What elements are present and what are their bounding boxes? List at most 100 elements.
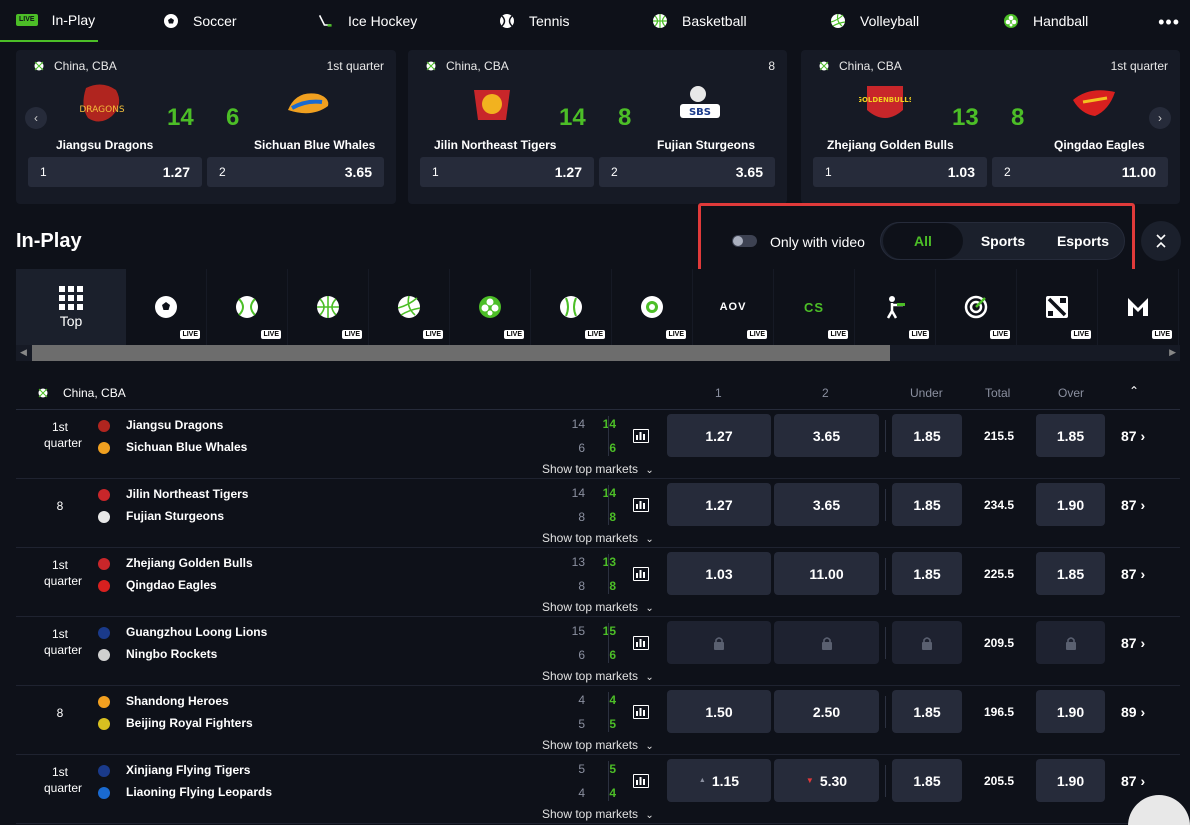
sport-filter-basketball[interactable]: LIVE	[288, 269, 369, 345]
horizontal-scrollbar[interactable]: ◀ ▶	[16, 345, 1180, 361]
statistics-icon[interactable]	[633, 567, 649, 581]
more-markets-link[interactable]: 87 ›	[1121, 566, 1145, 582]
sport-filter-aov[interactable]: AOV LIVE	[693, 269, 774, 345]
odds-button-away[interactable]	[774, 621, 879, 664]
odds-button-2[interactable]: 2 11.00	[992, 157, 1168, 187]
odds-button-under[interactable]: 1.85	[892, 414, 962, 457]
odds-button-over[interactable]: 1.85	[1036, 552, 1105, 595]
segment-all[interactable]: All	[883, 223, 963, 259]
collapse-icon[interactable]	[1141, 221, 1181, 261]
sport-filter-volleyball[interactable]: LIVE	[369, 269, 450, 345]
sport-filter-mobile-legends[interactable]: LIVE	[1098, 269, 1179, 345]
home-team-name: Xinjiang Flying Tigers	[126, 763, 251, 777]
nav-tab-handball[interactable]: Handball	[1003, 0, 1088, 42]
statistics-icon[interactable]	[633, 705, 649, 719]
odds-button-1[interactable]: 1 1.03	[813, 157, 987, 187]
odds-button-home[interactable]: 1.03	[667, 552, 771, 595]
odds-button-over[interactable]: 1.90	[1036, 690, 1105, 733]
odds-button-over[interactable]: 1.90	[1036, 759, 1105, 802]
sport-filter-shooter[interactable]: LIVE	[855, 269, 936, 345]
more-markets-link[interactable]: 87 ›	[1121, 428, 1145, 444]
odds-button-over[interactable]	[1036, 621, 1105, 664]
sport-filter-target[interactable]: LIVE	[936, 269, 1017, 345]
nav-tab-soccer[interactable]: Soccer	[163, 0, 237, 42]
match-card[interactable]: China, CBA 1st quarter DRAGONS 14 6 Jian…	[16, 50, 396, 204]
odds-button-home[interactable]: 1.27	[667, 483, 771, 526]
table-row[interactable]: 8 Jilin Northeast Tigers Fujian Sturgeon…	[16, 479, 1180, 548]
nav-tab-basketball[interactable]: Basketball	[652, 0, 747, 42]
away-score: 6	[226, 104, 240, 131]
sport-filter-soccer[interactable]: LIVE	[126, 269, 207, 345]
sport-filter-top[interactable]: Top	[16, 269, 126, 345]
show-top-markets-link[interactable]: Show top markets ⌄	[542, 807, 654, 821]
more-markets-link[interactable]: 87 ›	[1121, 773, 1145, 789]
sport-filter-baseball[interactable]: LIVE	[531, 269, 612, 345]
sport-strip: Top LIVE LIVE LIVE LIVE LIVE LIVE LIVE A…	[16, 269, 1180, 345]
odds-button-home[interactable]: 1.27	[667, 414, 771, 457]
odds-button-over[interactable]: 1.85	[1036, 414, 1105, 457]
odds-button-1[interactable]: 1 1.27	[28, 157, 202, 187]
more-menu-icon[interactable]: •••	[1158, 12, 1180, 33]
scrollbar-thumb[interactable]	[32, 345, 890, 361]
nav-tab-volleyball[interactable]: Volleyball	[830, 0, 919, 42]
nav-tab-inplay[interactable]: LIVE In-Play	[0, 0, 98, 42]
away-score-previous: 8	[578, 579, 585, 593]
scroll-right-icon[interactable]: ▶	[1169, 347, 1176, 358]
odds-button-1[interactable]: 1 1.27	[420, 157, 594, 187]
total-line: 209.5	[983, 636, 1015, 650]
sport-filter-cs[interactable]: CS LIVE	[774, 269, 855, 345]
odds-button-home[interactable]: ▲ 1.15	[667, 759, 771, 802]
odds-button-home[interactable]: 1.50	[667, 690, 771, 733]
carousel-prev-button[interactable]: ‹	[25, 107, 47, 129]
table-row[interactable]: 8 Shandong Heroes Beijing Royal Fighters…	[16, 686, 1180, 755]
match-card[interactable]: China, CBA 1st quarter GOLDENBULLS 13 8 …	[801, 50, 1180, 204]
statistics-icon[interactable]	[633, 636, 649, 650]
odds-button-under[interactable]: 1.85	[892, 690, 962, 733]
svg-text:DRAGONS: DRAGONS	[79, 105, 125, 115]
nav-tab-tennis[interactable]: Tennis	[499, 0, 569, 42]
odds-button-under[interactable]: 1.85	[892, 552, 962, 595]
collapse-league-icon[interactable]: ⌃	[1129, 384, 1139, 398]
show-top-markets-link[interactable]: Show top markets ⌄	[542, 531, 654, 545]
odds-button-2[interactable]: 2 3.65	[599, 157, 775, 187]
odds-button-away[interactable]: 2.50	[774, 690, 879, 733]
odds-button-under[interactable]: 1.85	[892, 483, 962, 526]
scroll-left-icon[interactable]: ◀	[20, 347, 27, 358]
odds-button-away[interactable]: 3.65	[774, 483, 879, 526]
hockey-stick-icon	[318, 13, 334, 29]
statistics-icon[interactable]	[633, 774, 649, 788]
odds-button-away[interactable]: ▼ 5.30	[774, 759, 879, 802]
nav-tab-ice-hockey[interactable]: Ice Hockey	[318, 0, 417, 42]
sport-filter-handball[interactable]: LIVE	[450, 269, 531, 345]
more-markets-link[interactable]: 89 ›	[1121, 704, 1145, 720]
table-row[interactable]: 1st quarter Jiangsu Dragons Sichuan Blue…	[16, 410, 1180, 479]
video-toggle[interactable]	[732, 235, 757, 247]
statistics-icon[interactable]	[633, 429, 649, 443]
odds-button-home[interactable]	[667, 621, 771, 664]
show-top-markets-link[interactable]: Show top markets ⌄	[542, 462, 654, 476]
segment-esports[interactable]: Esports	[1043, 223, 1123, 259]
table-row[interactable]: 1st quarter Xinjiang Flying Tigers Liaon…	[16, 755, 1180, 824]
table-row[interactable]: 1st quarter Zhejiang Golden Bulls Qingda…	[16, 548, 1180, 617]
odds-button-under[interactable]: 1.85	[892, 759, 962, 802]
show-top-markets-link[interactable]: Show top markets ⌄	[542, 669, 654, 683]
sport-filter-dota[interactable]: LIVE	[1017, 269, 1098, 345]
odds-button-under[interactable]	[892, 621, 962, 664]
odds-button-away[interactable]: 11.00	[774, 552, 879, 595]
sport-filter-tennis[interactable]: LIVE	[207, 269, 288, 345]
more-markets-link[interactable]: 87 ›	[1121, 635, 1145, 651]
statistics-icon[interactable]	[633, 498, 649, 512]
odds-button-away[interactable]: 3.65	[774, 414, 879, 457]
odds-divider	[885, 765, 886, 797]
chevron-down-icon: ⌄	[645, 672, 654, 683]
show-top-markets-link[interactable]: Show top markets ⌄	[542, 600, 654, 614]
segment-sports[interactable]: Sports	[963, 223, 1043, 259]
match-card[interactable]: China, CBA 8 14 8 SBS Jilin Northeast Ti…	[408, 50, 787, 204]
odds-button-2[interactable]: 2 3.65	[207, 157, 384, 187]
more-markets-link[interactable]: 87 ›	[1121, 497, 1145, 513]
show-top-markets-link[interactable]: Show top markets ⌄	[542, 738, 654, 752]
table-row[interactable]: 1st quarter Guangzhou Loong Lions Ningbo…	[16, 617, 1180, 686]
odds-button-over[interactable]: 1.90	[1036, 483, 1105, 526]
carousel-next-button[interactable]: ›	[1149, 107, 1171, 129]
sport-filter-ice-hockey[interactable]: LIVE	[612, 269, 693, 345]
